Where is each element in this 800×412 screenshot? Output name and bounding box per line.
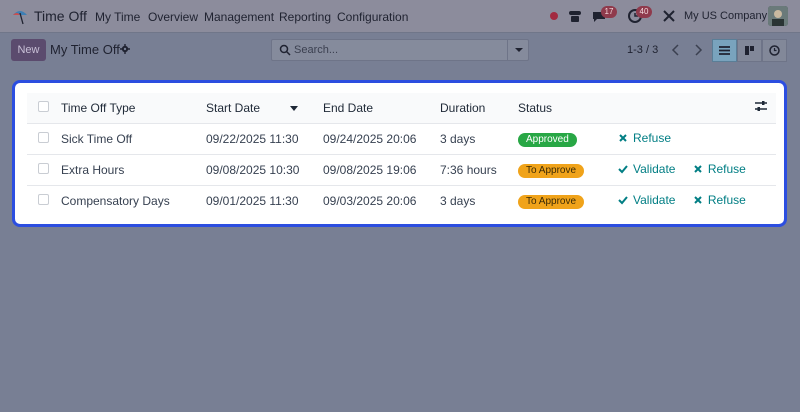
new-button[interactable]: New bbox=[11, 39, 46, 61]
cell-end: 09/24/2025 20:06 bbox=[323, 131, 417, 146]
time-off-app-icon[interactable] bbox=[11, 7, 29, 25]
kanban-view-button[interactable] bbox=[737, 39, 762, 62]
row-checkbox[interactable] bbox=[38, 131, 49, 143]
row-checkbox[interactable] bbox=[38, 162, 49, 174]
activity-badge: 40 bbox=[636, 6, 652, 18]
search-input[interactable] bbox=[294, 41, 504, 59]
gear-icon[interactable] bbox=[120, 44, 130, 54]
refuse-button[interactable]: Refuse bbox=[618, 131, 671, 145]
column-settings-icon bbox=[755, 101, 767, 112]
pager-value[interactable]: 1-3 / 3 bbox=[627, 44, 658, 56]
table-row[interactable]: Compensatory Days 09/01/2025 11:30 09/03… bbox=[27, 185, 776, 216]
status-badge: Approved bbox=[518, 132, 577, 147]
check-icon bbox=[618, 196, 628, 205]
close-icon bbox=[619, 134, 627, 142]
debug-tools-icon[interactable] bbox=[661, 8, 677, 24]
cell-duration: 3 days bbox=[440, 131, 476, 146]
column-header-type[interactable]: Time Off Type bbox=[61, 93, 206, 124]
column-header-duration[interactable]: Duration bbox=[440, 93, 518, 124]
list-view-icon bbox=[719, 46, 730, 55]
pager-next-icon[interactable] bbox=[688, 40, 708, 60]
table-header-row: Time Off Type Start Date End Date Durati… bbox=[27, 93, 776, 124]
status-badge: To Approve bbox=[518, 163, 585, 178]
phone-icon[interactable] bbox=[567, 8, 583, 24]
validate-button[interactable]: Validate bbox=[618, 193, 675, 207]
activity-view-button[interactable] bbox=[762, 39, 787, 62]
breadcrumb: My Time Off bbox=[50, 42, 120, 57]
cell-type: Sick Time Off bbox=[61, 131, 133, 146]
top-navbar: Time Off My Time Overview Management Rep… bbox=[0, 0, 800, 32]
cell-start: 09/22/2025 11:30 bbox=[206, 131, 299, 146]
validate-button[interactable]: Validate bbox=[618, 162, 675, 176]
validate-label: Validate bbox=[633, 193, 676, 208]
cell-duration: 7:36 hours bbox=[440, 162, 497, 177]
menu-overview[interactable]: Overview bbox=[148, 10, 198, 24]
cell-type: Compensatory Days bbox=[61, 193, 170, 208]
search-icon bbox=[279, 44, 291, 56]
status-dot-icon bbox=[550, 12, 558, 20]
cell-start: 09/01/2025 11:30 bbox=[206, 193, 299, 208]
company-switcher[interactable]: My US Company bbox=[684, 10, 767, 22]
menu-my-time[interactable]: My Time bbox=[95, 10, 140, 24]
check-icon bbox=[618, 165, 628, 174]
refuse-label: Refuse bbox=[707, 193, 746, 208]
clock-view-icon bbox=[769, 45, 780, 56]
search-options-toggle[interactable] bbox=[507, 39, 529, 61]
status-badge: To Approve bbox=[518, 194, 585, 209]
menu-configuration[interactable]: Configuration bbox=[337, 10, 408, 24]
cell-end: 09/08/2025 19:06 bbox=[323, 162, 417, 177]
pager-previous-icon[interactable] bbox=[666, 40, 686, 60]
close-icon bbox=[694, 165, 702, 173]
cell-duration: 3 days bbox=[440, 193, 476, 208]
row-checkbox[interactable] bbox=[38, 193, 49, 205]
refuse-button[interactable]: Refuse bbox=[693, 162, 746, 176]
cell-start: 09/08/2025 10:30 bbox=[206, 162, 300, 177]
list-view-button[interactable] bbox=[712, 39, 737, 62]
optional-columns-toggle[interactable] bbox=[618, 93, 776, 124]
time-off-list: Time Off Type Start Date End Date Durati… bbox=[12, 80, 787, 227]
app-name[interactable]: Time Off bbox=[34, 8, 87, 24]
sort-desc-icon bbox=[290, 106, 299, 112]
cell-end: 09/03/2025 20:06 bbox=[323, 193, 417, 208]
chat-badge: 17 bbox=[601, 6, 617, 18]
kanban-view-icon bbox=[745, 46, 754, 55]
refuse-label: Refuse bbox=[707, 162, 746, 176]
select-all-checkbox[interactable] bbox=[38, 100, 49, 112]
column-header-start[interactable]: Start Date bbox=[206, 93, 323, 124]
caret-down-icon bbox=[515, 48, 523, 52]
validate-label: Validate bbox=[633, 162, 676, 176]
time-off-table: Time Off Type Start Date End Date Durati… bbox=[27, 93, 776, 216]
menu-reporting[interactable]: Reporting bbox=[279, 10, 331, 24]
column-header-start-label: Start Date bbox=[206, 100, 261, 115]
table-row[interactable]: Extra Hours 09/08/2025 10:30 09/08/2025 … bbox=[27, 154, 776, 185]
column-header-status[interactable]: Status bbox=[518, 93, 618, 124]
table-row[interactable]: Sick Time Off 09/22/2025 11:30 09/24/202… bbox=[27, 123, 776, 154]
refuse-label: Refuse bbox=[633, 131, 672, 145]
close-icon bbox=[694, 196, 702, 204]
column-header-end[interactable]: End Date bbox=[323, 93, 440, 124]
menu-management[interactable]: Management bbox=[204, 10, 274, 24]
cell-type: Extra Hours bbox=[61, 162, 125, 177]
refuse-button[interactable]: Refuse bbox=[693, 193, 746, 207]
user-avatar[interactable] bbox=[768, 6, 788, 26]
